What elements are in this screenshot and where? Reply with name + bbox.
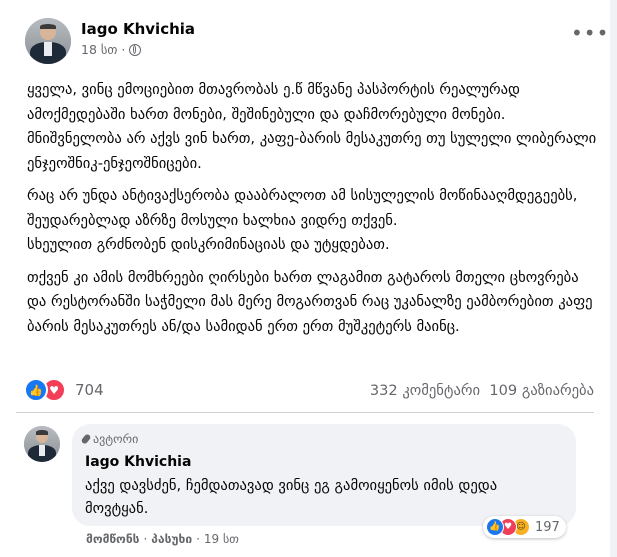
shares-count-link[interactable]: 109 გაზიარება bbox=[489, 382, 594, 399]
like-button[interactable]: მომწონს bbox=[86, 532, 139, 546]
post-body: ყველა, ვინც ემოციებით მთავრობას ე.წ მწვა… bbox=[27, 78, 597, 347]
comment-time[interactable]: 19 სთ bbox=[204, 532, 239, 546]
comment-reaction-count: 197 bbox=[535, 519, 560, 535]
meta-separator: · bbox=[121, 42, 126, 57]
post-reactions[interactable]: 👍 ♥ 704 bbox=[24, 378, 104, 402]
microphone-icon bbox=[80, 433, 92, 445]
comment-text: აქვე დავსძენ, ჩემდათავად ვინც ეგ გამოიყე… bbox=[85, 477, 498, 517]
post-time[interactable]: 18 სთ bbox=[81, 42, 117, 57]
post-author-name[interactable]: Iago Khvichia bbox=[81, 20, 195, 38]
action-separator: · bbox=[143, 532, 148, 546]
comment-author-avatar[interactable] bbox=[24, 426, 60, 462]
post-paragraph: რაც არ უნდა ანტივაქსერობა დააბრალოთ ამ ს… bbox=[27, 187, 578, 229]
comment-reactions[interactable]: 👍 ♥ ☺ 197 bbox=[483, 516, 566, 538]
action-separator: · bbox=[196, 532, 200, 546]
reaction-count: 704 bbox=[75, 381, 104, 399]
globe-icon[interactable] bbox=[129, 43, 142, 56]
author-avatar[interactable] bbox=[25, 18, 71, 64]
post-paragraph: თქვენ კი ამის მომხრეები ღირსები ხართ ლაგ… bbox=[27, 268, 593, 335]
comments-count-link[interactable]: 332 კომენტარი bbox=[370, 382, 480, 399]
post-paragraph: სხეულით გრძნობენ დისკრიმინაციას და უტყდე… bbox=[27, 236, 390, 253]
post-paragraph: ყველა, ვინც ემოციებით მთავრობას ე.წ მწვა… bbox=[27, 81, 597, 172]
like-reaction-icon: 👍 bbox=[24, 378, 48, 402]
like-reaction-icon: 👍 bbox=[486, 518, 504, 536]
post-card: Iago Khvichia 18 სთ · ••• ყველა, ვინც ემ… bbox=[0, 0, 610, 557]
author-badge-label: ავტორი bbox=[93, 432, 139, 446]
post-stats: 332 კომენტარი 109 გაზიარება bbox=[370, 382, 594, 399]
more-horizontal-icon[interactable]: ••• bbox=[571, 23, 609, 43]
post-meta: 18 სთ · bbox=[81, 42, 142, 57]
divider bbox=[16, 412, 594, 413]
page-background-edge bbox=[610, 0, 617, 557]
reply-button[interactable]: პასუხი bbox=[151, 532, 192, 546]
author-badge: ავტორი bbox=[80, 432, 139, 446]
comment-author-name[interactable]: Iago Khvichia bbox=[85, 454, 191, 470]
comment-actions: მომწონს · პასუხი · 19 სთ bbox=[86, 532, 239, 546]
